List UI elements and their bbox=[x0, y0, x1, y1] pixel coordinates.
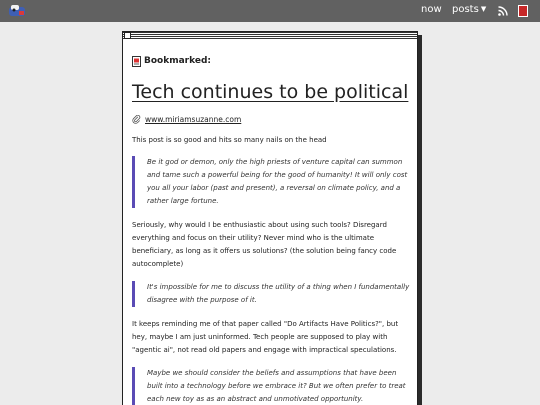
post-title[interactable]: Tech continues to be political bbox=[132, 80, 412, 104]
post-kind-label: Bookmarked: bbox=[144, 56, 211, 66]
nav-posts-menu[interactable]: posts ▼ bbox=[452, 4, 486, 15]
post-paragraph: Seriously, why would I be enthusiastic a… bbox=[132, 221, 397, 268]
chevron-down-icon: ▼ bbox=[480, 5, 487, 13]
blockquote: Be it god or demon, only the high priest… bbox=[132, 156, 412, 208]
post-card: Bookmarked: Tech continues to be politic… bbox=[122, 31, 418, 405]
bookmark-icon[interactable] bbox=[518, 5, 528, 17]
post-content: Bookmarked: Tech continues to be politic… bbox=[132, 54, 412, 405]
rss-icon[interactable] bbox=[498, 6, 508, 16]
post-intro: This post is so good and hits so many na… bbox=[132, 136, 327, 144]
source-link[interactable]: www.miriamsuzanne.com bbox=[145, 115, 241, 124]
post-paragraph: It keeps reminding me of that paper call… bbox=[132, 320, 399, 354]
blockquote: Maybe we should consider the beliefs and… bbox=[132, 367, 412, 405]
blockquote: It's impossible for me to discuss the ut… bbox=[132, 281, 412, 307]
link-icon bbox=[132, 114, 141, 124]
post-source: www.miriamsuzanne.com bbox=[132, 112, 412, 126]
card-title-bar bbox=[123, 32, 417, 40]
top-navigation-bar: now posts ▼ bbox=[0, 0, 540, 22]
post-kind: Bookmarked: bbox=[132, 54, 412, 68]
nav-now-link[interactable]: now bbox=[421, 4, 442, 15]
logo-icon[interactable] bbox=[8, 4, 26, 18]
nav-posts-label: posts bbox=[452, 4, 479, 15]
bookmark-doc-icon bbox=[132, 55, 141, 67]
card-window-button[interactable] bbox=[124, 32, 131, 39]
